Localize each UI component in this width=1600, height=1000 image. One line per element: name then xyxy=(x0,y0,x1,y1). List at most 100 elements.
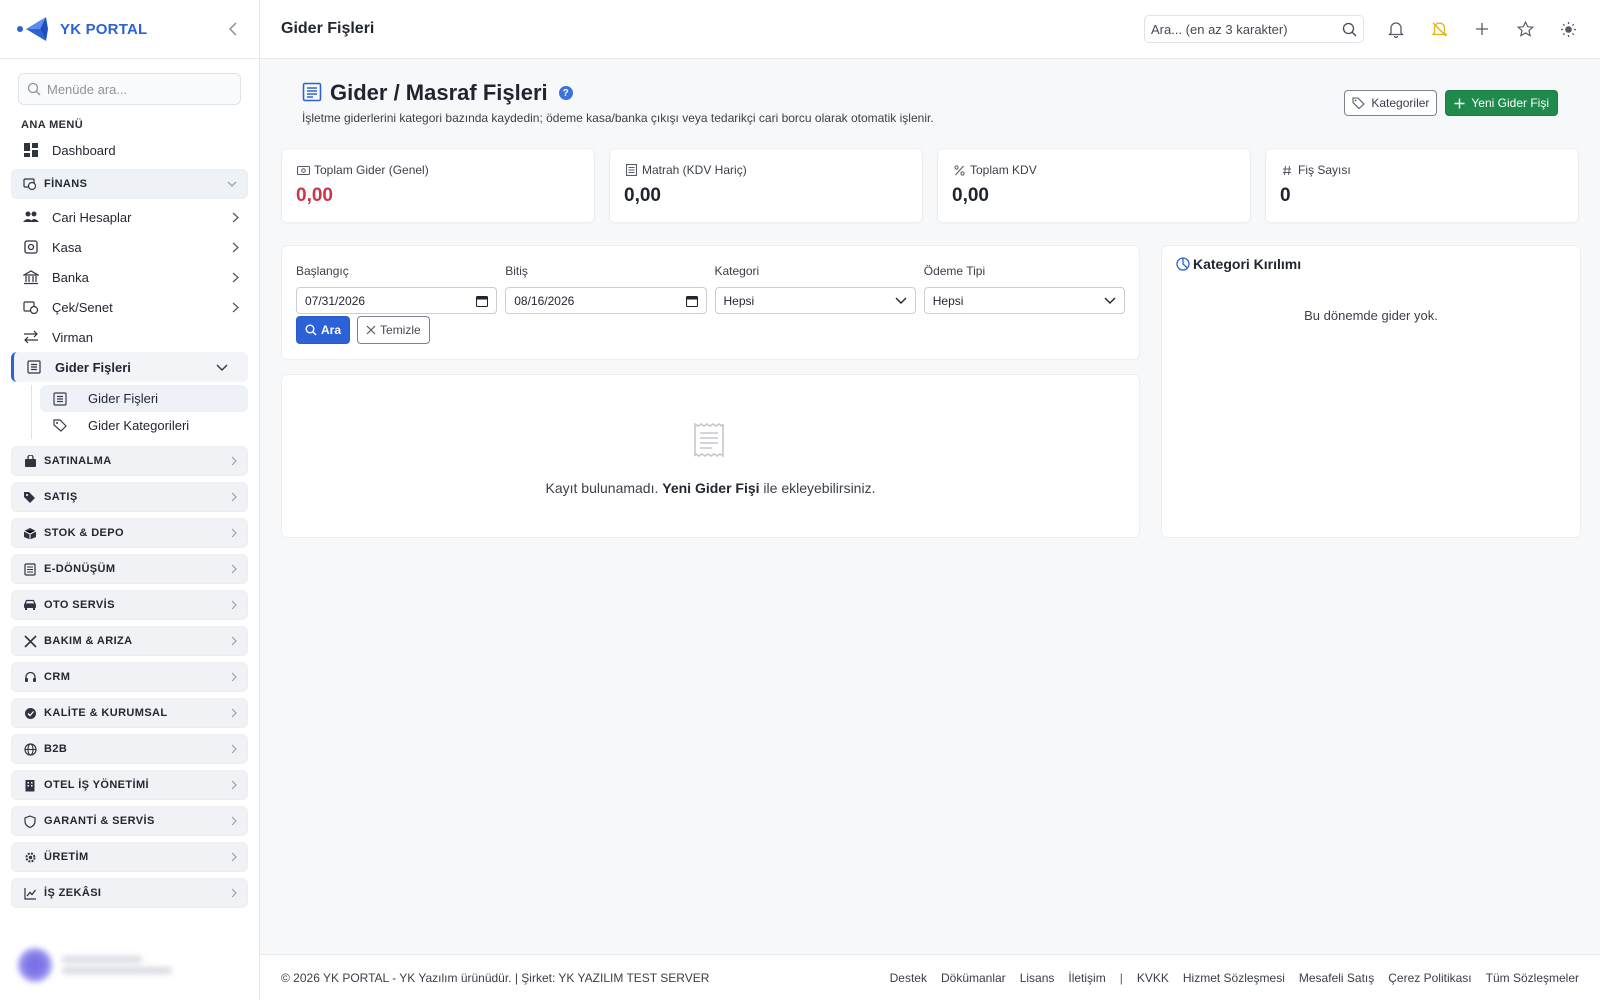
percent-icon xyxy=(952,163,966,177)
tag-icon xyxy=(1352,97,1366,109)
footer-link-iletisim[interactable]: İletişim xyxy=(1068,971,1105,985)
sidebar-group-satinalma[interactable]: SATINALMA xyxy=(11,446,248,476)
sidebar-item-dashboard[interactable]: Dashboard xyxy=(0,135,259,165)
filter-category: Kategori Hepsi xyxy=(714,264,916,314)
end-date-input[interactable]: 08/16/2026 xyxy=(505,287,707,314)
chevron-right-icon xyxy=(231,816,237,826)
chevron-right-icon xyxy=(232,272,239,283)
chevron-right-icon xyxy=(231,564,237,574)
sidebar-group-bakim-ariza[interactable]: BAKIM & ARIZA xyxy=(11,626,248,656)
pie-chart-icon xyxy=(1176,257,1190,271)
sidebar-subitem-label: Gider Fişleri xyxy=(88,391,159,406)
filter-end-date: Bitiş 08/16/2026 xyxy=(505,264,707,314)
receipt-icon xyxy=(302,82,324,104)
footer-link-tum[interactable]: Tüm Sözleşmeler xyxy=(1486,971,1579,985)
star-icon[interactable] xyxy=(1514,18,1536,40)
group-label: B2B xyxy=(44,743,68,755)
sidebar-item-cari-hesaplar[interactable]: Cari Hesaplar xyxy=(0,202,259,232)
calendar-icon[interactable] xyxy=(685,295,698,307)
stat-card-total-expense: Toplam Gider (Genel) 0,00 xyxy=(281,148,595,223)
group-label: ÜRETİM xyxy=(44,851,89,863)
footer-link-lisans[interactable]: Lisans xyxy=(1020,971,1055,985)
stat-value: 0 xyxy=(1280,185,1291,206)
section-label-main-menu: ANA MENÜ xyxy=(21,119,84,131)
sidebar-item-kasa[interactable]: Kasa xyxy=(0,232,259,262)
sidebar-subitem-gider-kategorileri[interactable]: Gider Kategorileri xyxy=(40,412,248,439)
bell-slash-icon[interactable] xyxy=(1428,18,1450,40)
group-label: GARANTİ & SERVİS xyxy=(44,815,155,827)
empty-text-link: Yeni Gider Fişi xyxy=(662,480,760,496)
bell-icon[interactable] xyxy=(1385,18,1407,40)
chevron-right-icon xyxy=(231,600,237,610)
shield-icon xyxy=(22,813,38,829)
sidebar-group-e-donusum[interactable]: E-DÖNÜŞÜM xyxy=(11,554,248,584)
group-label: İŞ ZEKÂSI xyxy=(44,887,102,899)
search-button[interactable]: Ara xyxy=(296,316,351,344)
group-label: STOK & DEPO xyxy=(44,527,124,539)
start-date-input[interactable]: 07/31/2026 xyxy=(296,287,498,314)
stat-label-text: Fiş Sayısı xyxy=(1298,163,1351,177)
sidebar-group-uretim[interactable]: ÜRETİM xyxy=(11,842,248,872)
group-label: FİNANS xyxy=(44,178,88,190)
transfer-arrows-icon xyxy=(22,328,40,346)
sidebar-item-virman[interactable]: Virman xyxy=(0,322,259,352)
sidebar-item-label: Çek/Senet xyxy=(52,299,113,315)
bank-icon xyxy=(22,268,40,286)
stat-card-total-kdv: Toplam KDV 0,00 xyxy=(937,148,1251,223)
global-search-input[interactable] xyxy=(1151,21,1342,37)
payment-type-select[interactable]: Hepsi xyxy=(923,287,1125,314)
footer-link-mesafeli[interactable]: Mesafeli Satış xyxy=(1299,971,1374,985)
chevron-down-icon xyxy=(1104,297,1116,304)
calendar-icon[interactable] xyxy=(476,295,489,307)
stat-card-matrah: Matrah (KDV Hariç) 0,00 xyxy=(609,148,923,223)
collapse-sidebar-icon[interactable] xyxy=(223,19,243,39)
check-note-icon xyxy=(22,298,40,316)
footer-links: Destek Dökümanlar Lisans İletişim | KVKK… xyxy=(876,971,1579,985)
help-icon[interactable]: ? xyxy=(558,86,573,100)
receipt-icon xyxy=(52,391,68,407)
sidebar-item-label: Kasa xyxy=(52,239,82,255)
user-profile[interactable] xyxy=(0,930,259,1000)
filter-payment-type: Ödeme Tipi Hepsi xyxy=(923,264,1125,314)
categories-button[interactable]: Kategoriler xyxy=(1344,90,1438,116)
chevron-right-icon xyxy=(231,492,237,502)
sidebar-group-is-zekasi[interactable]: İŞ ZEKÂSI xyxy=(11,878,248,908)
sidebar-group-satis[interactable]: SATIŞ xyxy=(11,482,248,512)
sidebar-group-otel[interactable]: OTEL İŞ YÖNETİMİ xyxy=(11,770,248,800)
search-icon[interactable] xyxy=(1342,22,1357,37)
sun-icon[interactable] xyxy=(1557,18,1579,40)
footer-link-hizmet[interactable]: Hizmet Sözleşmesi xyxy=(1183,971,1285,985)
footer-separator: | xyxy=(1119,970,1123,985)
page-title-text: Gider / Masraf Fişleri xyxy=(330,80,548,105)
sidebar-subitem-gider-fisleri[interactable]: Gider Fişleri xyxy=(40,385,248,412)
footer-link-dokumanlar[interactable]: Dökümanlar xyxy=(941,971,1006,985)
sidebar-group-kalite-kurumsal[interactable]: KALİTE & KURUMSAL xyxy=(11,698,248,728)
footer-link-destek[interactable]: Destek xyxy=(890,971,927,985)
start-date-value: 07/31/2026 xyxy=(305,293,366,308)
plus-icon xyxy=(1454,98,1465,109)
finance-icon xyxy=(22,176,38,192)
sidebar-item-cek-senet[interactable]: Çek/Senet xyxy=(0,292,259,322)
sidebar-group-finans[interactable]: FİNANS xyxy=(11,169,248,199)
sidebar-group-stok-depo[interactable]: STOK & DEPO xyxy=(11,518,248,548)
category-select[interactable]: Hepsi xyxy=(714,287,916,314)
footer-link-cerez[interactable]: Çerez Politikası xyxy=(1388,971,1471,985)
sidebar-item-banka[interactable]: Banka xyxy=(0,262,259,292)
sidebar-group-b2b[interactable]: B2B xyxy=(11,734,248,764)
footer-link-kvkk[interactable]: KVKK xyxy=(1137,971,1169,985)
sidebar-item-gider-fisleri[interactable]: Gider Fişleri xyxy=(11,352,248,382)
search-icon xyxy=(305,324,317,336)
sidebar-group-oto-servis[interactable]: OTO SERVİS xyxy=(11,590,248,620)
search-icon xyxy=(27,82,41,96)
menu-search-input[interactable] xyxy=(47,81,227,97)
plus-icon[interactable] xyxy=(1471,18,1493,40)
clear-button[interactable]: Temizle xyxy=(357,316,430,344)
sidebar-group-garanti-servis[interactable]: GARANTİ & SERVİS xyxy=(11,806,248,836)
gider-submenu: Gider Fişleri Gider Kategorileri xyxy=(31,385,259,439)
menu-search-box xyxy=(18,73,241,105)
headset-icon xyxy=(22,669,38,685)
new-expense-button[interactable]: Yeni Gider Fişi xyxy=(1445,90,1558,116)
sidebar-group-crm[interactable]: CRM xyxy=(11,662,248,692)
global-search-box xyxy=(1144,15,1364,43)
new-expense-button-label: Yeni Gider Fişi xyxy=(1471,96,1549,110)
